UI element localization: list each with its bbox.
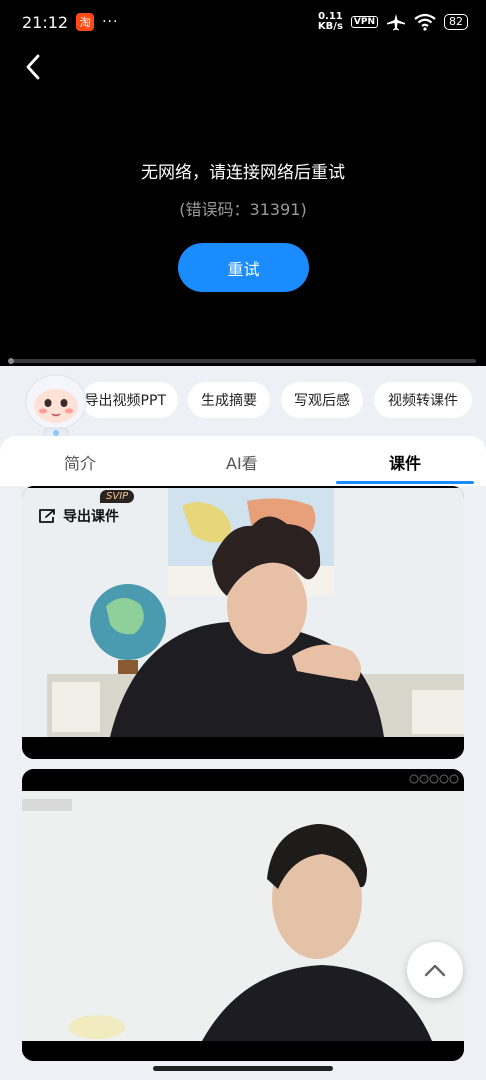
progress-handle[interactable]: [8, 358, 14, 364]
status-bar: 21:12 淘 ··· 0.11 KB/s VPN 82: [22, 10, 468, 34]
slide-thumbnail: [22, 769, 464, 1061]
scroll-to-top-button[interactable]: [407, 942, 463, 998]
wifi-icon: [414, 13, 436, 31]
chip-video-to-courseware[interactable]: 视频转课件: [374, 382, 472, 418]
svip-badge: SVIP: [100, 490, 135, 503]
retry-button[interactable]: 重试: [178, 243, 309, 292]
courseware-slide-card[interactable]: [22, 769, 464, 1061]
tab-bar: 简介 AI看 课件: [0, 436, 486, 486]
chip-write-review[interactable]: 写观后感: [281, 382, 363, 418]
slide-thumbnail: [22, 486, 464, 759]
error-code: (错误码：31391): [179, 200, 307, 219]
chip-export-video-ppt[interactable]: 导出视频PPT: [82, 382, 178, 418]
chip-generate-summary[interactable]: 生成摘要: [188, 382, 270, 418]
tab-courseware[interactable]: 课件: [389, 450, 421, 474]
taobao-icon: 淘: [76, 13, 95, 31]
vpn-badge: VPN: [350, 16, 378, 28]
ai-assistant-mascot[interactable]: [24, 372, 88, 440]
chevron-up-icon: [424, 964, 446, 977]
video-page: 21:12 淘 ··· 0.11 KB/s VPN 82 无网络，请连接网络后重…: [0, 0, 486, 1080]
video-player[interactable]: 21:12 淘 ··· 0.11 KB/s VPN 82 无网络，请连接网络后重…: [0, 0, 486, 366]
video-progress-bar[interactable]: [8, 358, 476, 364]
battery-indicator: 82: [444, 14, 468, 30]
network-speed-unit: KB/s: [317, 21, 343, 32]
tab-intro[interactable]: 简介: [64, 450, 96, 474]
export-icon: [39, 509, 55, 523]
back-arrow-icon[interactable]: [22, 52, 46, 82]
error-message: 无网络，请连接网络后重试: [141, 163, 345, 183]
active-tab-indicator: [336, 481, 474, 484]
tab-ai-watch[interactable]: AI看: [226, 450, 258, 474]
status-time: 21:12: [22, 12, 69, 32]
airplane-mode-icon: [387, 14, 405, 31]
export-label: 导出课件: [63, 509, 119, 525]
more-notifications-icon: ···: [102, 14, 119, 30]
courseware-slide-card[interactable]: SVIP 导出课件: [22, 486, 464, 759]
ai-actions-row: 导出视频PPT 生成摘要 写观后感 视频转课件: [0, 366, 486, 440]
network-speed: 0.11 KB/s: [318, 12, 343, 32]
export-courseware-button[interactable]: 导出课件: [37, 506, 119, 526]
home-indicator[interactable]: [153, 1066, 333, 1071]
